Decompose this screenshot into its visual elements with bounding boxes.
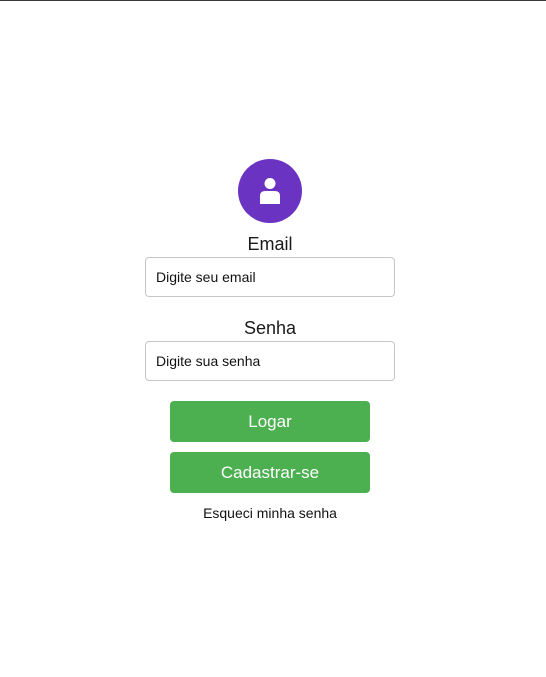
email-label: Email: [247, 234, 293, 254]
email-field[interactable]: [145, 257, 395, 297]
login-button[interactable]: Logar: [170, 401, 370, 442]
register-button[interactable]: Cadastrar-se: [170, 452, 370, 493]
avatar: [238, 159, 302, 223]
user-icon: [260, 178, 280, 204]
forgot-password-link[interactable]: Esqueci minha senha: [145, 505, 395, 521]
password-label: Senha: [243, 318, 297, 338]
password-field[interactable]: [145, 341, 395, 381]
login-form: Email Senha Logar Cadastrar-se Esqueci m…: [0, 0, 546, 677]
